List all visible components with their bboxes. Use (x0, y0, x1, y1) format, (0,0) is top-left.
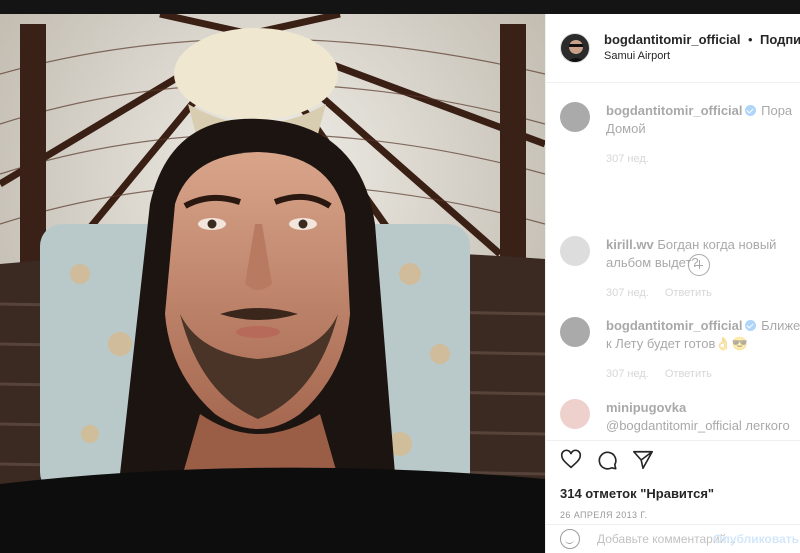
comment-text: @bogdantitomir_official легкого (606, 418, 790, 433)
add-comment-bar: Опубликовать (546, 524, 800, 553)
comment-icon[interactable] (596, 449, 618, 471)
comment-username[interactable]: bogdantitomir_official (606, 318, 743, 333)
verified-badge-icon (744, 105, 756, 116)
post-photo (0, 14, 545, 553)
comment-avatar[interactable] (560, 236, 590, 266)
comment-username[interactable]: minipugovka (606, 400, 686, 415)
emoji-icon[interactable] (560, 529, 580, 549)
follow-button[interactable]: Подписки (760, 32, 800, 47)
reply-button[interactable]: Ответить (665, 368, 712, 380)
post-header: bogdantitomir_official • Подписки Samui … (546, 14, 800, 83)
post-date: 26 АПРЕЛЯ 2013 Г. (560, 510, 648, 520)
author-avatar[interactable] (560, 33, 590, 63)
comment-time: 307 нед. (606, 368, 649, 380)
comment-avatar[interactable] (560, 317, 590, 347)
verified-badge-icon (744, 320, 756, 331)
comments-list: bogdantitomir_official Пора Домой 307 не… (546, 84, 800, 440)
comment-avatar[interactable] (560, 102, 590, 132)
separator-dot: • (747, 32, 753, 47)
comment-username[interactable]: bogdantitomir_official (606, 103, 743, 118)
heart-icon[interactable] (560, 449, 582, 471)
comment-avatar[interactable] (560, 399, 590, 429)
post-comment-button[interactable]: Опубликовать (713, 532, 799, 546)
comment-username[interactable]: kirill.wv (606, 237, 654, 252)
share-icon[interactable] (632, 449, 654, 471)
modal-overlay: bogdantitomir_official • Подписки Samui … (0, 0, 800, 553)
comment-time: 307 нед. (606, 153, 649, 165)
author-username[interactable]: bogdantitomir_official (604, 32, 741, 47)
likes-count[interactable]: 314 отметок "Нравится" (560, 486, 787, 501)
comment-time: 307 нед. (606, 287, 649, 299)
post-details-panel: bogdantitomir_official • Подписки Samui … (545, 14, 800, 553)
location-link[interactable]: Samui Airport (604, 48, 800, 65)
reply-button[interactable]: Ответить (665, 287, 712, 299)
